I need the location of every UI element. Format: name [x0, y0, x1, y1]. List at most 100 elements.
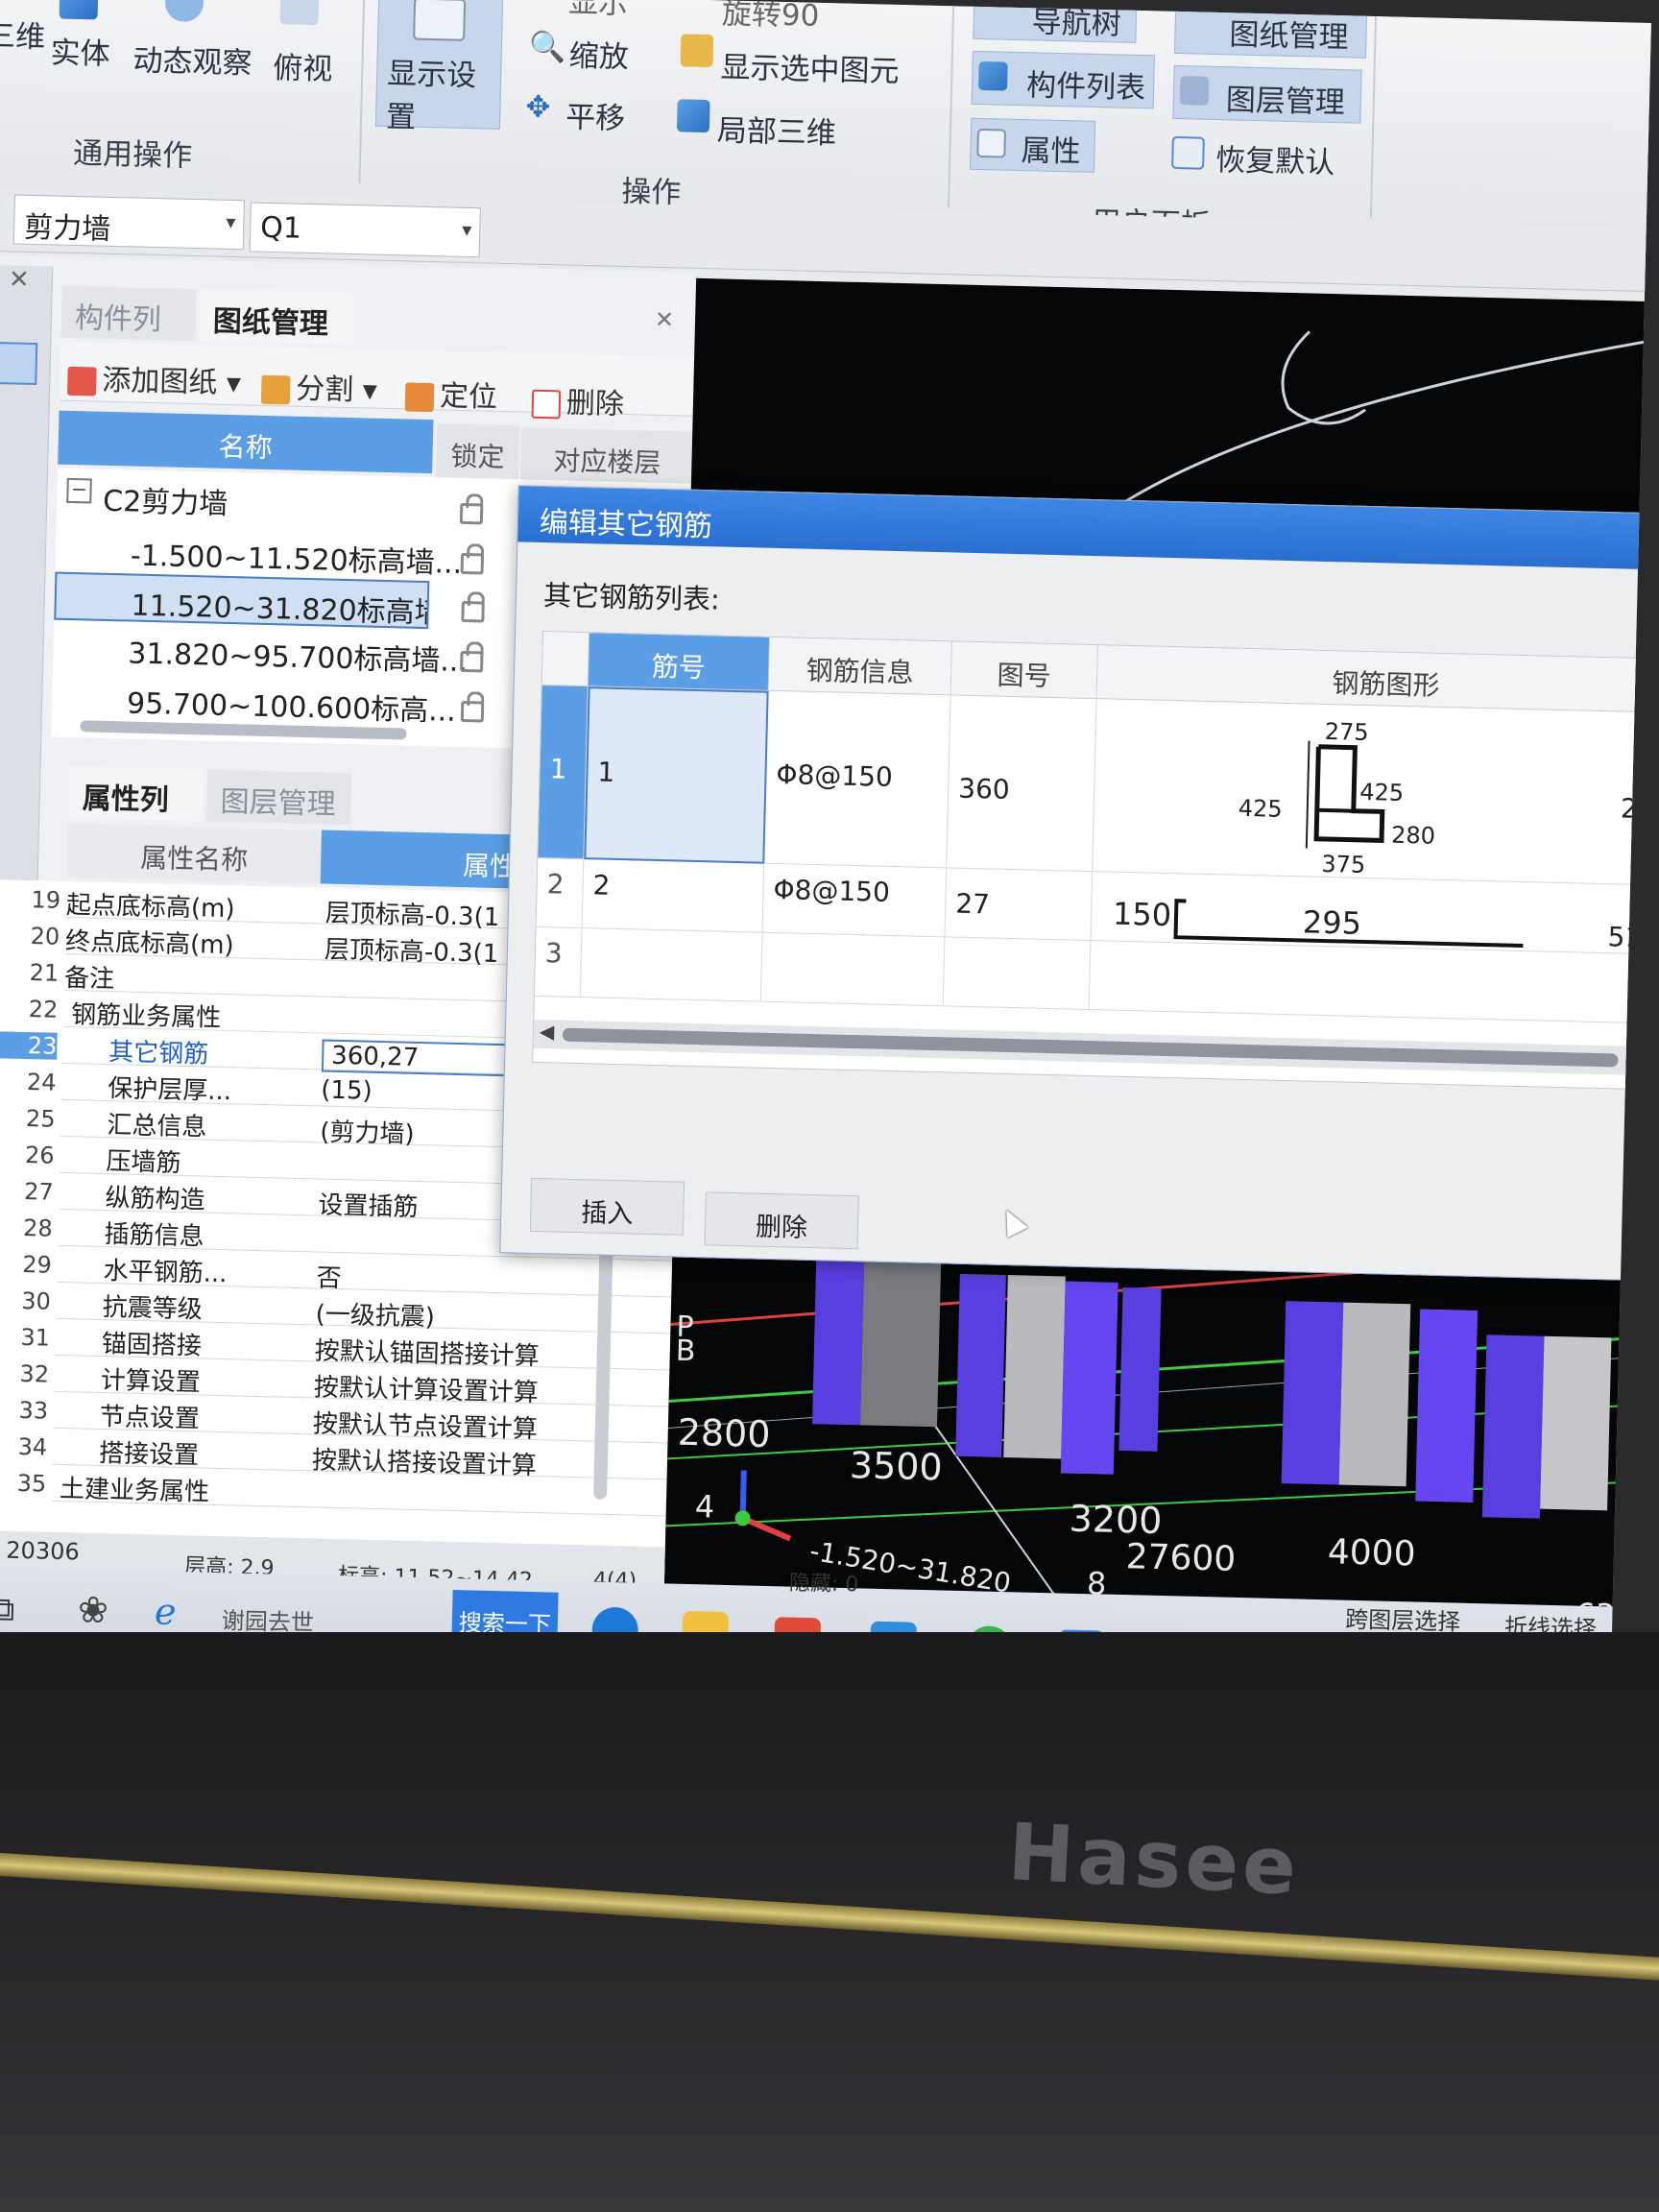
- col-bar-no[interactable]: 筋号: [588, 633, 771, 691]
- collapse-icon[interactable]: −: [66, 477, 92, 504]
- col-lock[interactable]: 锁定: [435, 423, 520, 480]
- property-name: 土建业务属性: [59, 1474, 210, 1507]
- row-index[interactable]: 3: [534, 926, 583, 998]
- ribbon-pan[interactable]: 平移: [565, 92, 626, 137]
- lock-icon[interactable]: [460, 650, 484, 673]
- browser-icon[interactable]: ℯ: [155, 1590, 178, 1633]
- scroll-thumb[interactable]: [562, 1027, 1619, 1068]
- ribbon-separator: [948, 6, 955, 208]
- property-row-number: 24: [26, 1069, 57, 1096]
- tab-property-list[interactable]: 属性列表: [68, 766, 204, 858]
- layers-icon: [1179, 76, 1210, 106]
- rebar-list-label: 其它钢筋列表:: [542, 579, 721, 616]
- col-bar-info[interactable]: 钢筋信息: [768, 637, 952, 696]
- cad-label: 3500: [849, 1444, 944, 1489]
- split-button[interactable]: 分割 ▾: [260, 364, 378, 409]
- row-index-selected[interactable]: 1: [538, 685, 589, 860]
- close-icon[interactable]: ✕: [655, 306, 675, 333]
- task-view-icon[interactable]: ⧉: [0, 1590, 15, 1629]
- tab-drawing-mgmt[interactable]: 图纸管理: [199, 289, 354, 346]
- close-icon[interactable]: ✕: [9, 265, 31, 295]
- bar-length-cell: 516: [1607, 921, 1651, 954]
- collapse-arrow-icon[interactable]: ▾: [0, 195, 7, 246]
- panel-icon[interactable]: [0, 341, 38, 386]
- delete-button[interactable]: 删除: [531, 378, 624, 422]
- bar-info-cell[interactable]: [760, 932, 946, 1007]
- lock-icon[interactable]: [461, 600, 485, 623]
- drawing-row[interactable]: -1.500~11.520标高墙...: [130, 528, 495, 580]
- dim-hook: 150: [1112, 895, 1172, 934]
- property-row-number: 28: [22, 1214, 54, 1242]
- ribbon-restore-default[interactable]: 恢复默认: [1215, 135, 1335, 181]
- list-icon: [978, 60, 1008, 91]
- scroll-left-icon[interactable]: ◀: [540, 1020, 555, 1043]
- display-settings-button[interactable]: 显示设置: [374, 0, 504, 135]
- cad-label: 4: [694, 1488, 715, 1526]
- cad-arc: [1112, 338, 1651, 511]
- ribbon-local-3d[interactable]: 局部三维: [716, 106, 836, 152]
- col-prop-name[interactable]: 属性名称: [66, 823, 322, 884]
- dim-left: 425: [1238, 794, 1283, 823]
- show-selected-icon: [680, 34, 714, 68]
- cad-label: B: [675, 1334, 696, 1369]
- col-floor[interactable]: 对应楼层: [519, 427, 695, 486]
- type-select[interactable]: 剪力墙 ▾: [12, 194, 245, 251]
- bar-no-cell[interactable]: 2: [582, 859, 765, 933]
- photo-frame: 三维 实体 动态观察 俯视 通用操作 显示设置 显示 旋转90 🔍 缩放 ✥ 平…: [0, 0, 1659, 2212]
- top-view-icon: [279, 0, 320, 26]
- add-drawing-button[interactable]: 添加图纸 ▾: [66, 355, 242, 401]
- ribbon-separator: [358, 0, 366, 184]
- select-across-layers[interactable]: 跨图层选择: [1345, 1600, 1461, 1637]
- cad-label: 27600: [1125, 1537, 1237, 1579]
- dim-span: 295: [1302, 903, 1362, 942]
- properties-icon: [976, 128, 1007, 158]
- row-index[interactable]: 2: [536, 857, 585, 929]
- ribbon-3d[interactable]: 三维: [0, 12, 46, 57]
- bar-no-cell[interactable]: [580, 928, 763, 1002]
- bar-no-cell[interactable]: 1: [584, 686, 769, 864]
- ribbon-solid[interactable]: 实体: [50, 28, 110, 73]
- coord-readout: Z = 20306: [0, 1535, 81, 1566]
- axis-gizmo: [734, 1470, 792, 1542]
- bar-info-cell[interactable]: Φ8@150: [762, 863, 948, 938]
- col-figure-no[interactable]: 图号: [950, 641, 1098, 700]
- grid-hscroll[interactable]: ◀: [533, 1019, 1651, 1076]
- settings-icon[interactable]: ❀: [78, 1588, 109, 1631]
- brand-logo: Hasee: [1005, 1807, 1303, 1913]
- ribbon-orbit[interactable]: 动态观察: [132, 36, 252, 82]
- tab-layer-mgmt[interactable]: 图层管理: [206, 769, 352, 826]
- grid-icon: [413, 0, 467, 41]
- drawing-mgmt-button[interactable]: 图纸管理: [1173, 1, 1368, 59]
- drawing-row-selected[interactable]: 11.520~31.820标高墙...: [54, 571, 430, 630]
- dim-bottom: 375: [1321, 850, 1366, 879]
- lock-icon[interactable]: [460, 552, 485, 575]
- layer-mgmt-button[interactable]: 图层管理: [1172, 64, 1362, 124]
- property-row-number: 27: [23, 1177, 55, 1206]
- lock-icon[interactable]: [459, 502, 484, 525]
- bar-shape-cell[interactable]: 275 425 425 280 375 2335: [1093, 699, 1651, 886]
- ribbon-rotate-partial[interactable]: 旋转90: [721, 0, 820, 35]
- property-name: 备注: [63, 963, 115, 995]
- properties-button[interactable]: 属性: [969, 117, 1096, 173]
- ribbon-top-view[interactable]: 俯视: [273, 43, 333, 88]
- col-name[interactable]: 名称: [58, 410, 434, 474]
- insert-button[interactable]: 插入: [529, 1177, 685, 1236]
- nav-tree-button[interactable]: 导航树: [973, 0, 1138, 43]
- drawing-row[interactable]: 31.820~95.700标高墙...: [128, 629, 493, 680]
- ribbon-display-partial[interactable]: 显示: [568, 0, 629, 22]
- ribbon-show-selected[interactable]: 显示选中图元: [720, 42, 900, 90]
- bar-info-cell[interactable]: Φ8@150: [764, 690, 951, 869]
- property-value[interactable]: (15): [321, 1076, 373, 1106]
- group-label[interactable]: C2剪力墙: [103, 477, 228, 522]
- ribbon-zoom[interactable]: 缩放: [568, 32, 629, 77]
- bar-shape-cell[interactable]: [1089, 941, 1651, 1024]
- figure-no-cell[interactable]: 360: [947, 695, 1097, 873]
- delete-row-button[interactable]: 删除: [704, 1191, 859, 1250]
- figure-no-cell[interactable]: 27: [945, 868, 1094, 942]
- figure-no-cell[interactable]: [943, 937, 1092, 1011]
- name-select[interactable]: Q1 ▾: [249, 202, 481, 258]
- locate-button[interactable]: 定位: [404, 371, 498, 415]
- component-list-button[interactable]: 构件列表: [971, 50, 1155, 109]
- tab-component-list[interactable]: 构件列表: [60, 285, 197, 378]
- lock-icon[interactable]: [460, 700, 485, 723]
